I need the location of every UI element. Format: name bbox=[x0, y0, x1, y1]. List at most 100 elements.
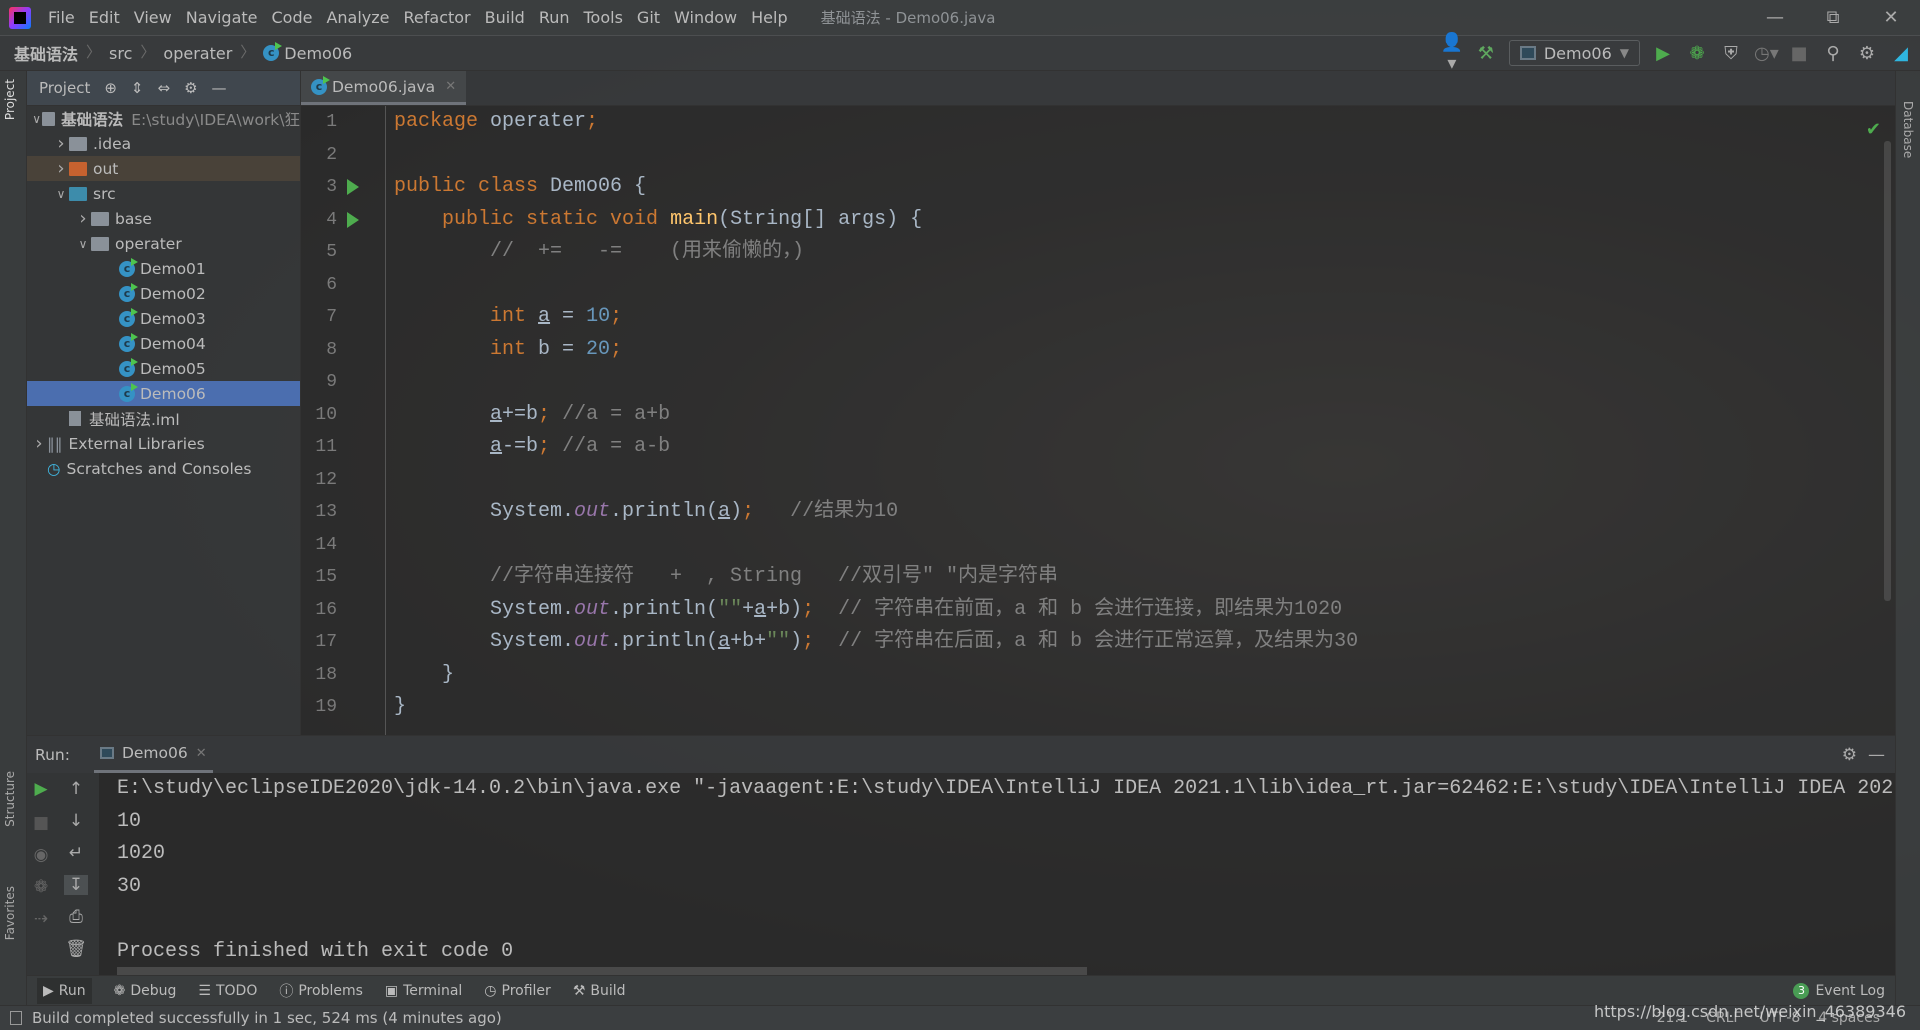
code-line: // += -= (用来偷懒的，) bbox=[394, 236, 1874, 269]
tree-item[interactable]: › out bbox=[27, 156, 300, 181]
tree-item[interactable]: 基础语法.iml bbox=[27, 406, 300, 431]
up-arrow-icon[interactable]: ↑ bbox=[64, 779, 88, 799]
tool-tab-debug[interactable]: ❁ Debug bbox=[114, 983, 177, 999]
menu-help[interactable]: Help bbox=[744, 8, 794, 27]
intellij-logo-icon bbox=[9, 6, 31, 29]
project-view-select[interactable]: Project bbox=[39, 79, 90, 97]
scroll-to-end-icon[interactable]: ↧ bbox=[64, 875, 88, 895]
menu-build[interactable]: Build bbox=[478, 8, 532, 27]
menu-run[interactable]: Run bbox=[532, 8, 577, 27]
hide-panel-icon[interactable]: — bbox=[212, 79, 227, 97]
coverage-icon[interactable]: ⛨ bbox=[1720, 43, 1742, 64]
stop-icon[interactable]: ■ bbox=[29, 813, 53, 833]
trash-icon[interactable]: 🗑 bbox=[64, 939, 88, 959]
menu-window[interactable]: Window bbox=[667, 8, 744, 27]
code-token: a bbox=[490, 435, 503, 458]
run-gutter-icon[interactable] bbox=[347, 211, 359, 228]
run-icon[interactable]: ▶ bbox=[1652, 43, 1674, 64]
toggle-tool-windows-icon[interactable] bbox=[10, 1011, 22, 1025]
menu-analyze[interactable]: Analyze bbox=[319, 8, 396, 27]
build-hammer-icon[interactable]: ⚒ bbox=[1475, 43, 1497, 64]
minimize-button[interactable]: — bbox=[1746, 0, 1804, 35]
run-config-select[interactable]: Demo06 ▼ bbox=[1508, 40, 1640, 66]
tool-tab-project[interactable]: Project bbox=[3, 79, 17, 120]
restore-button[interactable]: ⧉ bbox=[1804, 0, 1862, 35]
chevron-down-icon[interactable]: ∨ bbox=[53, 187, 69, 201]
menu-code[interactable]: Code bbox=[265, 8, 320, 27]
tool-tab-profiler[interactable]: ◷ Profiler bbox=[484, 983, 551, 999]
tool-tab-structure[interactable]: Structure bbox=[3, 771, 17, 827]
menu-view[interactable]: View bbox=[127, 8, 179, 27]
console-horizontal-scrollbar[interactable] bbox=[117, 967, 1087, 975]
tree-item[interactable]: › .idea bbox=[27, 131, 300, 156]
breadcrumb-item[interactable]: src bbox=[109, 41, 132, 65]
code-area[interactable]: package operater; public class Demo06 { p… bbox=[394, 106, 1874, 735]
run-gutter-icon[interactable] bbox=[347, 179, 359, 195]
tool-tab-todo[interactable]: ☰ TODO bbox=[198, 983, 257, 999]
line-gutter: 1 2 3 4 5 6 7 8 9 10 11 12 13 14 15 16 17 18 19 bbox=[301, 106, 386, 735]
tree-item[interactable]: ∨ src bbox=[27, 181, 300, 206]
close-tab-icon[interactable]: ✕ bbox=[445, 79, 456, 94]
tab-demo06-java[interactable]: c Demo06.java ✕ bbox=[301, 71, 467, 105]
menu-git[interactable]: Git bbox=[630, 8, 667, 27]
tool-tab-build[interactable]: ⚒ Build bbox=[573, 983, 626, 999]
close-tab-icon[interactable]: ✕ bbox=[196, 746, 207, 761]
debug-bug-icon[interactable]: ❁ bbox=[1686, 43, 1708, 64]
editor-scrollbar[interactable] bbox=[1884, 141, 1891, 601]
console-output[interactable]: E:\study\eclipseIDE2020\jdk-14.0.2\bin\j… bbox=[117, 773, 1895, 976]
tree-item[interactable]: ∨ 基础语法 E:\study\IDEA\work\狂 bbox=[27, 106, 300, 131]
chevron-down-icon[interactable]: ∨ bbox=[75, 237, 91, 251]
hide-panel-icon[interactable]: — bbox=[1868, 745, 1885, 765]
tool-tab-terminal[interactable]: ▣ Terminal bbox=[385, 983, 462, 999]
chevron-right-icon[interactable]: › bbox=[75, 208, 91, 229]
tool-tab-database[interactable]: Database bbox=[1901, 101, 1915, 158]
menu-navigate[interactable]: Navigate bbox=[179, 8, 265, 27]
tool-tab-favorites[interactable]: Favorites bbox=[3, 886, 17, 940]
expand-all-icon[interactable]: ⇕ bbox=[131, 79, 144, 97]
chevron-right-icon[interactable]: › bbox=[53, 133, 69, 154]
down-arrow-icon[interactable]: ↓ bbox=[64, 811, 88, 831]
chevron-down-icon[interactable]: ∨ bbox=[31, 112, 42, 126]
menu-refactor[interactable]: Refactor bbox=[397, 8, 478, 27]
tool-tab-run[interactable]: ▶ Run bbox=[37, 977, 92, 1004]
chevron-right-icon[interactable]: › bbox=[31, 433, 47, 454]
gear-icon[interactable]: ⚙ bbox=[1856, 43, 1878, 64]
tree-item[interactable]: c Demo01 bbox=[27, 256, 300, 281]
gear-icon[interactable]: ⚙ bbox=[184, 79, 197, 97]
tree-item[interactable]: c Demo05 bbox=[27, 356, 300, 381]
tree-item[interactable]: c Demo04 bbox=[27, 331, 300, 356]
soft-wrap-icon[interactable]: ↵ bbox=[64, 843, 88, 863]
menu-edit[interactable]: Edit bbox=[82, 8, 127, 27]
print-icon[interactable]: ⎙ bbox=[64, 907, 88, 927]
tree-item[interactable]: › base bbox=[27, 206, 300, 231]
user-icon[interactable]: 👤▾ bbox=[1441, 32, 1463, 74]
tree-item[interactable]: › ‖‖ External Libraries bbox=[27, 431, 300, 456]
tree-item[interactable]: c Demo03 bbox=[27, 306, 300, 331]
code-with-me-icon[interactable]: ◢ bbox=[1890, 43, 1912, 64]
tool-tab-label: Build bbox=[590, 982, 626, 999]
run-tab-demo06[interactable]: Demo06 ✕ bbox=[93, 736, 213, 773]
search-icon[interactable]: ⚲ bbox=[1822, 43, 1844, 64]
close-button[interactable]: ✕ bbox=[1862, 0, 1920, 35]
chevron-right-icon[interactable]: › bbox=[53, 158, 69, 179]
tree-item[interactable]: ∨ operater bbox=[27, 231, 300, 256]
rerun-icon[interactable]: ▶ bbox=[29, 779, 53, 799]
collapse-all-icon[interactable]: ⇔ bbox=[157, 79, 170, 97]
debug-bug-icon[interactable]: ❁ bbox=[29, 877, 53, 897]
breadcrumb-item[interactable]: operater bbox=[163, 41, 232, 65]
event-log-button[interactable]: 3 Event Log bbox=[1793, 982, 1885, 999]
camera-icon[interactable]: ◉ bbox=[29, 845, 53, 865]
breadcrumb-item[interactable]: c Demo06 bbox=[263, 41, 352, 65]
profiler-icon[interactable]: ◷▾ bbox=[1754, 43, 1779, 64]
breadcrumb-item[interactable]: 基础语法 bbox=[14, 41, 78, 65]
tree-item[interactable]: c Demo02 bbox=[27, 281, 300, 306]
menu-file[interactable]: File bbox=[41, 8, 82, 27]
tool-tab-problems[interactable]: ⓘ Problems bbox=[279, 981, 363, 1001]
stop-icon[interactable]: ■ bbox=[1788, 43, 1810, 64]
tree-item[interactable]: c Demo06 bbox=[27, 381, 300, 406]
menu-tools[interactable]: Tools bbox=[577, 8, 630, 27]
gear-icon[interactable]: ⚙ bbox=[1842, 745, 1857, 765]
locate-icon[interactable]: ⊕ bbox=[104, 79, 117, 97]
tree-item[interactable]: ◷ Scratches and Consoles bbox=[27, 456, 300, 481]
exit-icon[interactable]: ⇢ bbox=[29, 909, 53, 929]
